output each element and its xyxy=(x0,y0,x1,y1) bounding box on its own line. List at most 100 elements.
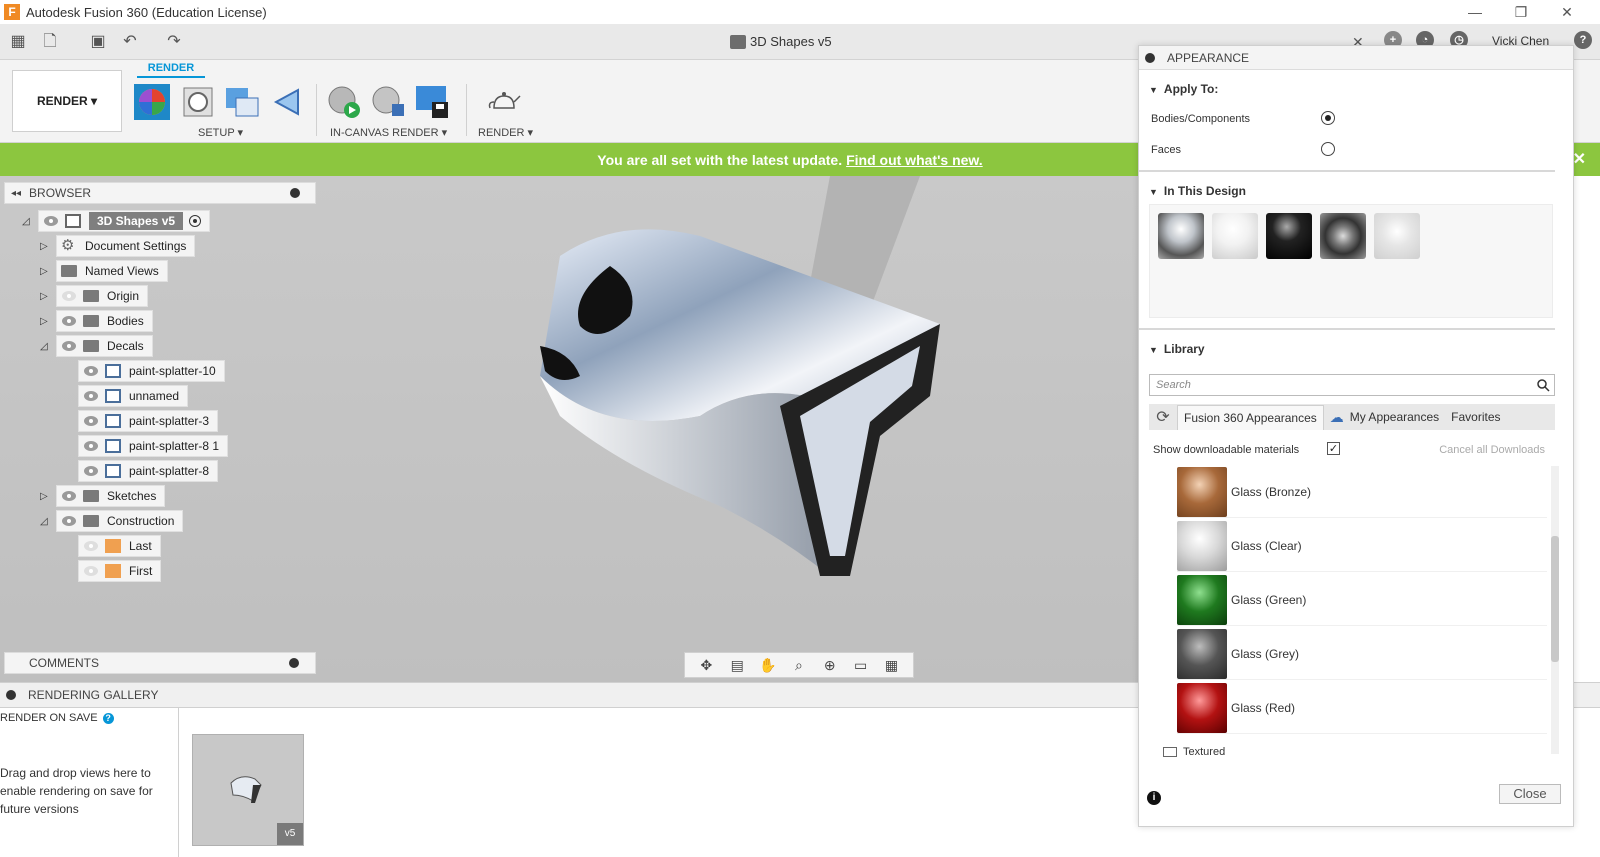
comments-panel[interactable]: COMMENTS xyxy=(4,652,316,674)
metal-swatch[interactable] xyxy=(1320,213,1366,259)
list-item[interactable]: Glass (Green) xyxy=(1177,574,1547,626)
help-info-icon[interactable]: ? xyxy=(102,712,114,724)
list-item[interactable]: Glass (Bronze) xyxy=(1177,466,1547,518)
scrollbar-thumb[interactable] xyxy=(1551,536,1559,662)
display-settings-icon[interactable]: ▭ xyxy=(850,657,872,674)
help-icon[interactable]: ? xyxy=(1574,31,1592,49)
undo-icon[interactable]: ↶ xyxy=(120,32,140,52)
collapsed-arrow-icon[interactable]: ▷ xyxy=(40,491,56,502)
list-item[interactable]: Glass (Red) xyxy=(1177,682,1547,734)
visibility-eye-icon[interactable] xyxy=(83,466,99,476)
clear-swatch[interactable] xyxy=(1374,213,1420,259)
render-group-label[interactable]: RENDER ▾ xyxy=(478,126,533,139)
document-tab[interactable]: 3D Shapes v5 xyxy=(730,34,832,49)
add-comment-icon[interactable] xyxy=(289,658,299,668)
visibility-eye-icon[interactable] xyxy=(43,216,59,226)
tree-item-construction-point[interactable]: Last xyxy=(78,535,161,557)
workspace-switcher-button[interactable]: RENDER ▾ xyxy=(12,70,122,132)
expanded-arrow-icon[interactable]: ◿ xyxy=(40,516,56,527)
collapsed-arrow-icon[interactable]: ▷ xyxy=(40,291,56,302)
visibility-eye-icon[interactable] xyxy=(61,491,77,501)
collapsed-arrow-icon[interactable]: ▷ xyxy=(40,316,56,327)
scene-settings-icon[interactable] xyxy=(180,84,216,120)
tab-render[interactable]: RENDER xyxy=(137,62,205,78)
tree-item-decals[interactable]: ◿ Decals xyxy=(40,335,153,357)
visibility-eye-icon[interactable] xyxy=(83,541,99,551)
bodies-components-radio[interactable] xyxy=(1321,111,1335,125)
decal-icon[interactable] xyxy=(224,84,260,120)
tab-favorites[interactable]: Favorites xyxy=(1445,405,1506,429)
tree-item-construction[interactable]: ◿ Construction xyxy=(40,510,184,532)
black-swatch[interactable] xyxy=(1266,213,1312,259)
whats-new-link[interactable]: Find out what's new. xyxy=(846,152,983,168)
close-window-button[interactable]: ✕ xyxy=(1544,0,1590,24)
close-button[interactable]: Close xyxy=(1499,784,1561,804)
library-search-input[interactable]: Search xyxy=(1149,374,1555,396)
activate-component-icon[interactable] xyxy=(189,215,202,227)
fit-icon[interactable]: ⊕ xyxy=(819,657,841,674)
visibility-eye-icon[interactable] xyxy=(83,366,99,376)
collapse-browser-icon[interactable]: ◂◂ xyxy=(11,188,21,199)
visibility-eye-icon[interactable] xyxy=(61,516,77,526)
tree-item-named-views[interactable]: ▷ Named Views xyxy=(40,260,168,282)
library-section-title[interactable]: Library xyxy=(1149,342,1205,356)
zoom-icon[interactable]: ⌕ xyxy=(788,657,810,674)
visibility-eye-icon[interactable] xyxy=(83,391,99,401)
redo-icon[interactable]: ↷ xyxy=(164,32,184,52)
in-this-design-section-title[interactable]: In This Design xyxy=(1149,184,1246,198)
tree-item-bodies[interactable]: ▷ Bodies xyxy=(40,310,153,332)
tree-item-sketches[interactable]: ▷ Sketches xyxy=(40,485,166,507)
textured-folder[interactable]: Textured xyxy=(1163,746,1225,758)
list-item[interactable]: Glass (Clear) xyxy=(1177,520,1547,572)
show-downloadable-checkbox[interactable]: ✓ xyxy=(1327,442,1340,455)
expanded-arrow-icon[interactable]: ◿ xyxy=(22,216,38,227)
tab-fusion-appearances[interactable]: Fusion 360 Appearances xyxy=(1177,404,1324,430)
refresh-icon[interactable]: ⟳ xyxy=(1149,407,1177,427)
grid-settings-icon[interactable]: ▦ xyxy=(880,657,902,674)
visibility-eye-icon[interactable] xyxy=(83,566,99,576)
banner-close-icon[interactable]: ✕ xyxy=(1573,149,1586,169)
collapsed-arrow-icon[interactable]: ▷ xyxy=(40,241,56,252)
texture-map-icon[interactable] xyxy=(270,84,306,120)
restore-button[interactable]: ❐ xyxy=(1498,0,1544,24)
save-icon[interactable]: ▣ xyxy=(88,32,108,52)
apply-to-section-title[interactable]: Apply To: xyxy=(1149,82,1218,96)
visibility-eye-icon[interactable] xyxy=(61,291,77,301)
appearance-tool-icon[interactable] xyxy=(134,84,170,120)
info-icon[interactable]: i xyxy=(1147,791,1161,805)
visibility-eye-icon[interactable] xyxy=(61,316,77,326)
visibility-eye-icon[interactable] xyxy=(83,416,99,426)
list-item[interactable]: Glass (Grey) xyxy=(1177,628,1547,680)
chrome-swatch[interactable] xyxy=(1158,213,1204,259)
faces-radio[interactable] xyxy=(1321,142,1335,156)
browser-header[interactable]: ◂◂ BROWSER xyxy=(4,182,316,204)
tree-item-decal[interactable]: unnamed xyxy=(78,385,189,407)
in-canvas-render-icon[interactable] xyxy=(326,84,362,120)
capture-image-icon[interactable] xyxy=(414,84,450,120)
render-thumbnail[interactable]: v5 xyxy=(192,734,304,846)
tree-item-construction-point[interactable]: First xyxy=(78,560,162,582)
in-canvas-settings-icon[interactable] xyxy=(370,84,406,120)
cancel-all-downloads-link[interactable]: Cancel all Downloads xyxy=(1439,444,1545,456)
tree-item-decal[interactable]: paint-splatter-8 xyxy=(78,460,219,482)
materials-scrollbar[interactable] xyxy=(1551,466,1559,754)
in-canvas-render-group-label[interactable]: IN-CANVAS RENDER ▾ xyxy=(330,126,447,139)
orbit-icon[interactable]: ✥ xyxy=(695,657,717,674)
file-menu-icon[interactable]: 🗋 xyxy=(40,32,60,52)
pan-hand-icon[interactable]: ✋ xyxy=(757,657,779,674)
data-panel-grid-icon[interactable]: ▦ xyxy=(8,32,28,52)
collapsed-arrow-icon[interactable]: ▷ xyxy=(40,266,56,277)
collapse-gallery-icon[interactable] xyxy=(6,690,16,700)
tree-root[interactable]: ◿ 3D Shapes v5 xyxy=(22,210,211,232)
look-at-icon[interactable]: ▤ xyxy=(726,657,748,674)
tree-item-origin[interactable]: ▷ Origin xyxy=(40,285,149,307)
collapse-appearance-icon[interactable] xyxy=(1145,52,1155,63)
browser-pin-icon[interactable] xyxy=(290,188,300,198)
expanded-arrow-icon[interactable]: ◿ xyxy=(40,341,56,352)
tree-item-decal[interactable]: paint-splatter-3 xyxy=(78,410,219,432)
appearance-header[interactable]: APPEARANCE xyxy=(1139,46,1573,70)
visibility-eye-icon[interactable] xyxy=(61,341,77,351)
white-swatch[interactable] xyxy=(1212,213,1258,259)
tree-item-document-settings[interactable]: ▷ ⚙ Document Settings xyxy=(40,235,196,257)
tree-item-decal[interactable]: paint-splatter-8 1 xyxy=(78,435,229,457)
